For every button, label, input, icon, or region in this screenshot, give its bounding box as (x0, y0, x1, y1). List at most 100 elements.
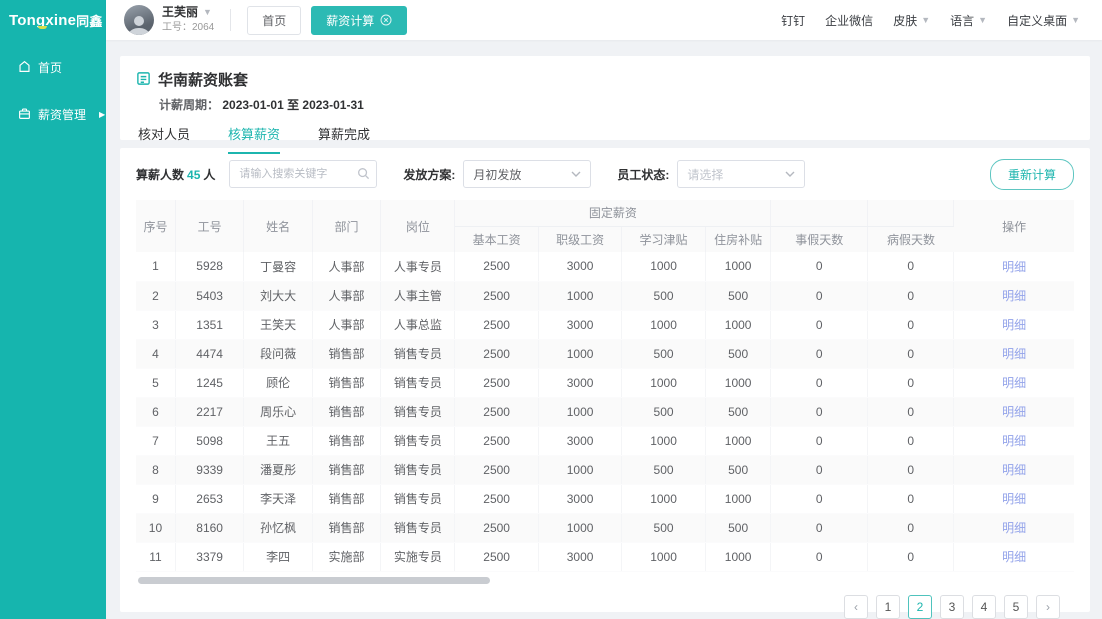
detail-link[interactable]: 明细 (1002, 260, 1026, 274)
pagination-next-button[interactable]: › (1036, 595, 1060, 619)
tab-calc-done[interactable]: 算薪完成 (318, 124, 370, 153)
nav-chip-payroll-calc[interactable]: 薪资计算 (311, 6, 407, 35)
detail-link[interactable]: 明细 (1002, 318, 1026, 332)
detail-link[interactable]: 明细 (1002, 463, 1026, 477)
horizontal-scrollbar (136, 577, 1074, 584)
table-cell: 2500 (455, 310, 538, 339)
table-cell: 人事总监 (381, 310, 455, 339)
table-cell: 销售专员 (381, 484, 455, 513)
search-input[interactable] (229, 160, 377, 188)
status-label: 员工状态: (617, 166, 669, 183)
table-cell: 1000 (705, 484, 771, 513)
table-cell: 1000 (538, 513, 621, 542)
table-cell: 实施专员 (381, 542, 455, 571)
table-cell-action: 明细 (954, 426, 1074, 455)
table-cell-action: 明细 (954, 542, 1074, 571)
table-cell: 销售部 (312, 455, 380, 484)
user-name: 王芙丽 (162, 5, 198, 20)
nav-chip-home[interactable]: 首页 (247, 6, 301, 35)
pagination-page-3[interactable]: 3 (940, 595, 964, 619)
close-icon[interactable] (380, 14, 392, 26)
table-cell: 人事主管 (381, 281, 455, 310)
detail-link[interactable]: 明细 (1002, 492, 1026, 506)
pagination-page-5[interactable]: 5 (1004, 595, 1028, 619)
table-cell: 孙忆枫 (244, 513, 312, 542)
col-header-empno: 工号 (175, 200, 243, 252)
headcount-unit: 人 (203, 168, 215, 182)
table-cell: 顾伦 (244, 368, 312, 397)
table-cell: 1000 (705, 310, 771, 339)
col-header-dept: 部门 (312, 200, 380, 252)
plan-select[interactable]: 月初发放 (463, 160, 591, 188)
tab-calc-salary[interactable]: 核算薪资 (228, 124, 280, 153)
col-header-housing-allowance: 住房补贴 (705, 226, 771, 252)
horizontal-scrollbar-thumb[interactable] (138, 577, 490, 584)
pagination-page-4[interactable]: 4 (972, 595, 996, 619)
table-row: 92653李天泽销售部销售专员250030001000100000明细 (136, 484, 1074, 513)
pagination-page-2[interactable]: 2 (908, 595, 932, 619)
table-cell: 人事部 (312, 281, 380, 310)
table-cell: 0 (771, 252, 868, 281)
payroll-account-card: 华南薪资账套 计薪周期： 2023-01-01 至 2023-01-31 核对人… (120, 56, 1090, 140)
table-cell: 1000 (538, 455, 621, 484)
link-language[interactable]: 语言▼ (950, 12, 987, 29)
recalculate-button[interactable]: 重新计算 (990, 159, 1074, 190)
table-cell: 1 (136, 252, 175, 281)
col-header-study-allowance: 学习津贴 (622, 226, 705, 252)
table-cell: 0 (771, 310, 868, 339)
link-custom-desktop[interactable]: 自定义桌面▼ (1007, 12, 1080, 29)
salary-table: 序号 工号 姓名 部门 岗位 固定薪资 操作 基 (136, 200, 1074, 572)
detail-link[interactable]: 明细 (1002, 347, 1026, 361)
table-row: 108160孙忆枫销售部销售专员2500100050050000明细 (136, 513, 1074, 542)
sidebar-item-home[interactable]: 首页 (0, 48, 106, 87)
table-cell: 2500 (455, 484, 538, 513)
pagination-prev-button[interactable]: ‹ (844, 595, 868, 619)
user-block[interactable]: 王芙丽 ▼ 工号：2064 (162, 5, 214, 35)
table-cell: 0 (771, 455, 868, 484)
table-cell: 2500 (455, 281, 538, 310)
link-wecom[interactable]: 企业微信 (825, 12, 873, 29)
table-cell: 0 (868, 368, 954, 397)
link-dingtalk[interactable]: 钉钉 (781, 12, 805, 29)
tab-check-staff[interactable]: 核对人员 (138, 124, 190, 153)
sidebar: Tongxine同鑫 首页 薪资管理 ▶ (0, 0, 106, 619)
col-header-spacer (771, 200, 868, 226)
detail-link[interactable]: 明细 (1002, 434, 1026, 448)
table-cell: 3 (136, 310, 175, 339)
table-cell: 0 (771, 542, 868, 571)
table-cell: 5928 (175, 252, 243, 281)
table-cell: 5 (136, 368, 175, 397)
link-skin[interactable]: 皮肤▼ (893, 12, 930, 29)
chevron-down-icon: ▼ (203, 8, 212, 17)
table-cell: 0 (868, 484, 954, 513)
table-cell: 7 (136, 426, 175, 455)
table-row: 113379李四实施部实施专员250030001000100000明细 (136, 542, 1074, 571)
table-cell: 0 (771, 426, 868, 455)
sidebar-item-payroll-management[interactable]: 薪资管理 ▶ (0, 95, 106, 134)
main-area: 王芙丽 ▼ 工号：2064 首页 薪资计算 钉钉 企业微信 皮肤▼ 语言▼ (106, 0, 1102, 619)
table-cell: 8 (136, 455, 175, 484)
emp-no-label: 工号： (162, 22, 192, 33)
table-cell: 销售专员 (381, 397, 455, 426)
detail-link[interactable]: 明细 (1002, 550, 1026, 564)
detail-link[interactable]: 明细 (1002, 405, 1026, 419)
table-cell: 2500 (455, 455, 538, 484)
table-cell: 销售专员 (381, 368, 455, 397)
table-cell: 2500 (455, 397, 538, 426)
table-cell: 2500 (455, 252, 538, 281)
detail-link[interactable]: 明细 (1002, 521, 1026, 535)
home-icon (18, 60, 31, 76)
col-header-base-salary: 基本工资 (455, 226, 538, 252)
table-cell: 11 (136, 542, 175, 571)
detail-link[interactable]: 明细 (1002, 289, 1026, 303)
brand-logo-cn: 同鑫 (76, 11, 102, 30)
detail-link[interactable]: 明细 (1002, 376, 1026, 390)
table-cell: 丁曼容 (244, 252, 312, 281)
table-cell: 0 (868, 542, 954, 571)
pagination-page-1[interactable]: 1 (876, 595, 900, 619)
status-select[interactable]: 请选择 (677, 160, 805, 188)
salary-table-card: 算薪人数45人 发放方案: 月初发放 员工状态: (120, 148, 1090, 612)
avatar[interactable] (124, 5, 154, 35)
table-cell: 500 (705, 281, 771, 310)
table-cell: 9 (136, 484, 175, 513)
